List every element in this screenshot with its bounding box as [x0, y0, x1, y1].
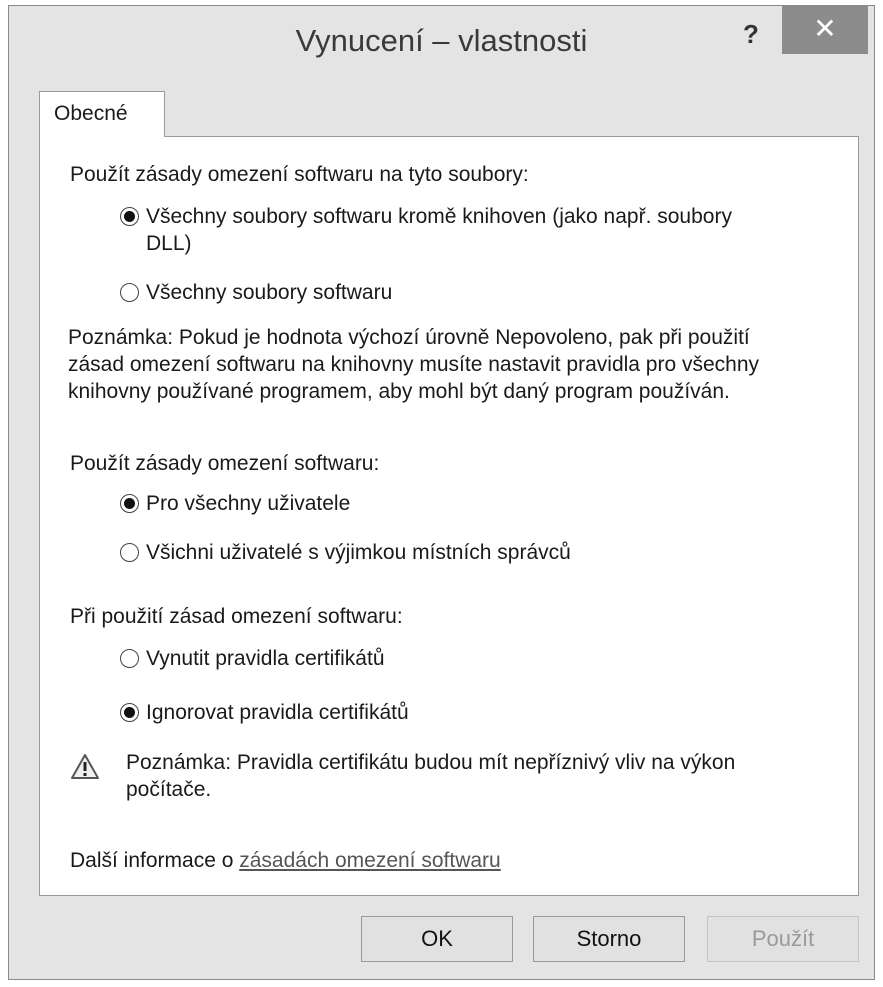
section2-heading: Použít zásady omezení softwaru:	[70, 452, 380, 475]
more-info-prefix: Další informace o	[70, 849, 240, 872]
radio-all-software-files[interactable]: Všechny soubory softwaru	[120, 279, 392, 306]
tab-panel-general: Použít zásady omezení softwaru na tyto s…	[39, 136, 859, 896]
section3-heading: Při použití zásad omezení softwaru:	[70, 605, 403, 628]
cancel-button[interactable]: Storno	[533, 916, 685, 962]
radio-all-users[interactable]: Pro všechny uživatele	[120, 490, 350, 517]
radio-enforce-certificate-rules[interactable]: Vynutit pravidla certifikátů	[120, 645, 385, 672]
warning-text-line: Poznámka: Pravidla certifikátu budou mít…	[126, 751, 736, 774]
radio-ignore-certificate-rules[interactable]: Ignorovat pravidla certifikátů	[120, 699, 409, 726]
ok-button[interactable]: OK	[361, 916, 513, 962]
more-info: Další informace o zásadách omezení softw…	[70, 847, 501, 874]
radio-label: Ignorovat pravidla certifikátů	[146, 701, 409, 724]
radio-unselected-icon[interactable]	[120, 283, 139, 302]
radio-label: Vynutit pravidla certifikátů	[146, 647, 385, 670]
note-line: Poznámka: Pokud je hodnota výchozí úrovn…	[68, 326, 750, 349]
radio-unselected-icon[interactable]	[120, 649, 139, 668]
more-info-link[interactable]: zásadách omezení softwaru	[239, 849, 500, 872]
apply-button[interactable]: Použít	[707, 916, 859, 962]
note-line: knihovny používané programem, aby mohl b…	[68, 380, 730, 403]
help-button[interactable]: ?	[727, 14, 775, 54]
radio-label: Všechny soubory softwaru kromě knihoven …	[146, 205, 732, 255]
radio-selected-icon[interactable]	[120, 703, 139, 722]
radio-selected-icon[interactable]	[120, 494, 139, 513]
radio-unselected-icon[interactable]	[120, 543, 139, 562]
radio-label: Všichni uživatelé s výjimkou místních sp…	[146, 541, 571, 564]
close-button[interactable]: ✕	[782, 6, 868, 54]
radio-all-except-admins[interactable]: Všichni uživatelé s výjimkou místních sp…	[120, 539, 571, 566]
section1-heading: Použít zásady omezení softwaru na tyto s…	[70, 163, 529, 186]
warning-icon	[71, 754, 99, 779]
properties-dialog: Vynucení – vlastnosti ? ✕ Obecné Použít …	[8, 5, 875, 980]
radio-label: Všechny soubory softwaru	[146, 281, 393, 304]
warning-text-line: počítače.	[126, 778, 212, 801]
radio-selected-icon[interactable]	[120, 207, 139, 226]
radio-all-except-libraries[interactable]: Všechny soubory softwaru kromě knihoven …	[120, 203, 732, 257]
note-line: zásad omezení softwaru na knihovny musít…	[68, 353, 760, 376]
title-bar[interactable]: Vynucení – vlastnosti ? ✕	[9, 6, 874, 76]
tab-general[interactable]: Obecné	[39, 91, 165, 137]
radio-label: Pro všechny uživatele	[146, 492, 351, 515]
